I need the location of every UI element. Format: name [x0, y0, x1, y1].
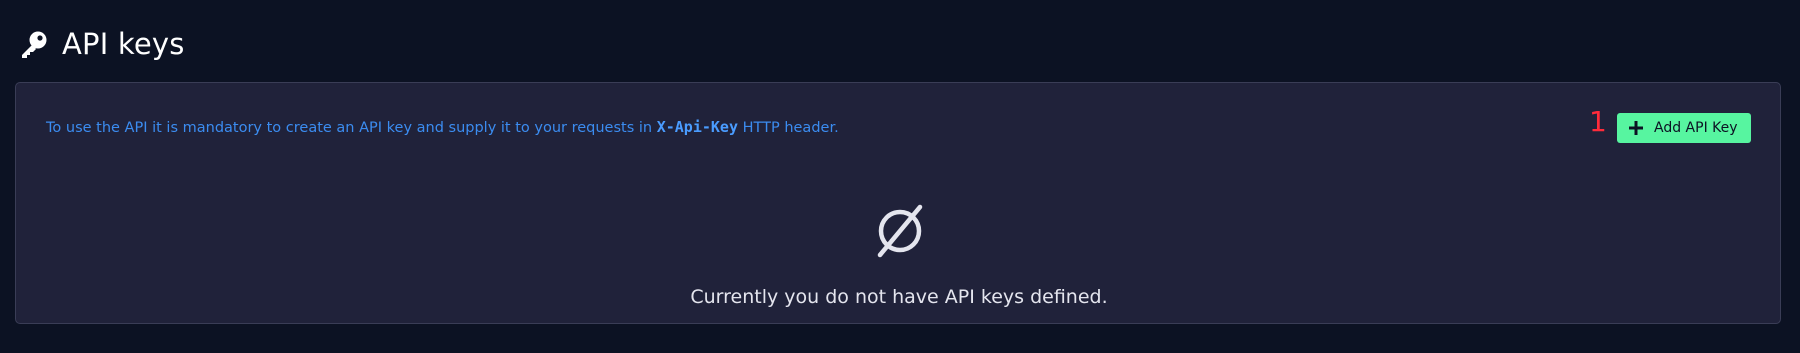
api-usage-info: To use the API it is mandatory to create… — [46, 117, 839, 138]
page-title: API keys — [62, 27, 185, 61]
plus-icon — [1627, 119, 1645, 137]
empty-state-message: Currently you do not have API keys defin… — [690, 286, 1108, 308]
key-icon — [18, 28, 50, 60]
page-header: API keys — [18, 24, 185, 64]
api-keys-page: API keys To use the API it is mandatory … — [0, 0, 1800, 353]
api-keys-card: To use the API it is mandatory to create… — [15, 82, 1781, 324]
info-text-suffix: HTTP header. — [738, 120, 839, 136]
empty-set-icon — [872, 203, 928, 259]
add-api-key-label: Add API Key — [1654, 120, 1738, 136]
api-key-header-name: X-Api-Key — [656, 118, 738, 136]
annotation-number: 1 — [1589, 105, 1607, 138]
info-text-prefix: To use the API it is mandatory to create… — [46, 120, 657, 136]
add-api-key-button[interactable]: Add API Key — [1617, 113, 1751, 143]
